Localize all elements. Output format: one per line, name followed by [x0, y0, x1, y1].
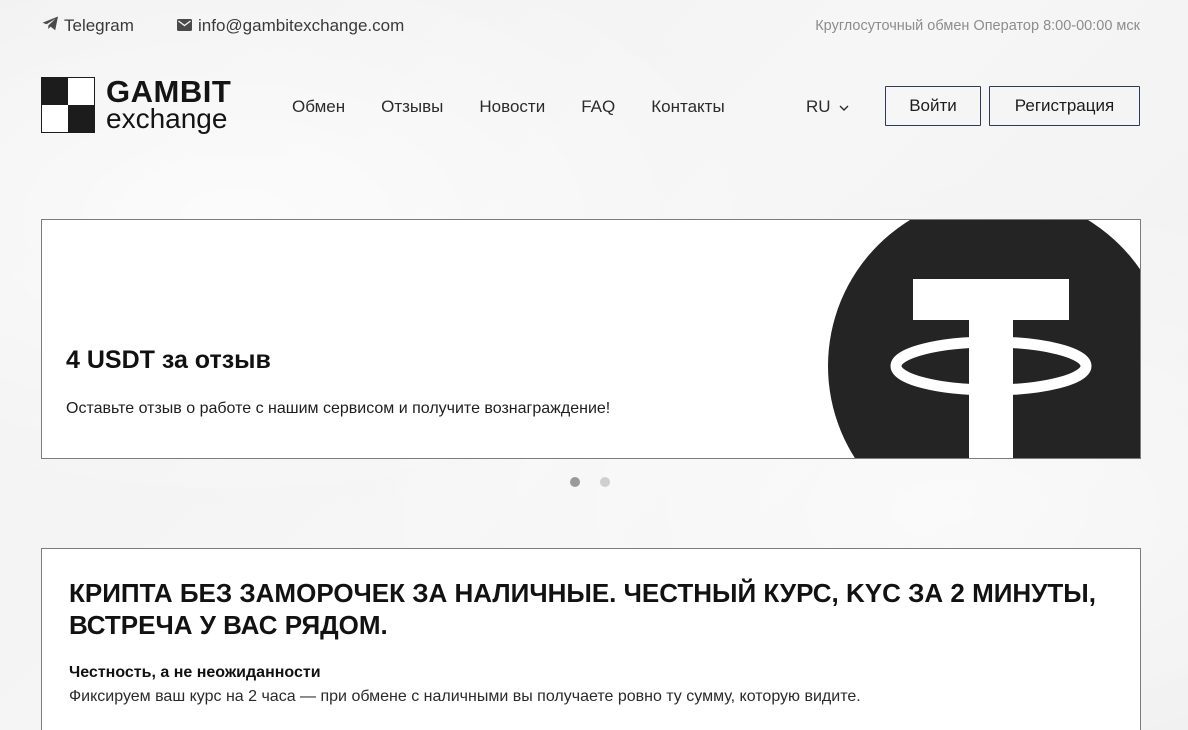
carousel-dot-1[interactable] — [570, 477, 580, 487]
language-value: RU — [806, 97, 831, 116]
working-hours: Круглосуточный обмен Оператор 8:00-00:00… — [815, 18, 1140, 34]
main-nav: Обмен Отзывы Новости FAQ Контакты — [292, 97, 725, 117]
language-selector[interactable]: RU — [806, 97, 849, 117]
chevron-down-icon — [839, 97, 849, 117]
promo-banner: 4 USDT за отзыв Оставьте отзыв о работе … — [41, 219, 1141, 459]
login-button[interactable]: Войти — [885, 86, 981, 126]
telegram-label: Telegram — [64, 16, 134, 35]
header: GAMBIT exchange Обмен Отзывы Новости FAQ… — [0, 70, 1188, 142]
info-section: КРИПТА БЕЗ ЗАМОРОЧЕК ЗА НАЛИЧНЫЕ. ЧЕСТНЫ… — [41, 548, 1141, 730]
banner-title: 4 USDT за отзыв — [66, 346, 271, 374]
logo-text: GAMBIT exchange — [106, 76, 231, 133]
nav-item-faq[interactable]: FAQ — [581, 97, 615, 117]
telegram-icon — [42, 16, 59, 36]
info-text: Фиксируем ваш курс на 2 часа — при обмен… — [69, 688, 861, 705]
nav-item-exchange[interactable]: Обмен — [292, 97, 345, 117]
info-heading: КРИПТА БЕЗ ЗАМОРОЧЕК ЗА НАЛИЧНЫЕ. ЧЕСТНЫ… — [69, 578, 1096, 640]
tether-icon — [828, 220, 1140, 458]
nav-item-reviews[interactable]: Отзывы — [381, 97, 443, 117]
nav-item-news[interactable]: Новости — [479, 97, 545, 117]
logo-line-exchange: exchange — [106, 103, 228, 134]
info-subheading: Честность, а не неожиданности — [69, 664, 321, 681]
mail-icon — [177, 16, 192, 36]
telegram-link[interactable]: Telegram — [42, 16, 134, 36]
carousel-dot-2[interactable] — [600, 477, 610, 487]
chess-logo-icon — [41, 76, 95, 133]
nav-item-contacts[interactable]: Контакты — [651, 97, 724, 117]
carousel-pagination — [570, 477, 610, 487]
email-label: info@gambitexchange.com — [198, 16, 405, 35]
email-link[interactable]: info@gambitexchange.com — [177, 16, 404, 36]
banner-text: Оставьте отзыв о работе с нашим сервисом… — [66, 400, 611, 417]
register-button[interactable]: Регистрация — [989, 86, 1140, 126]
logo[interactable]: GAMBIT exchange — [41, 76, 231, 133]
top-bar: Telegram info@gambitexchange.com Круглос… — [0, 0, 1188, 52]
